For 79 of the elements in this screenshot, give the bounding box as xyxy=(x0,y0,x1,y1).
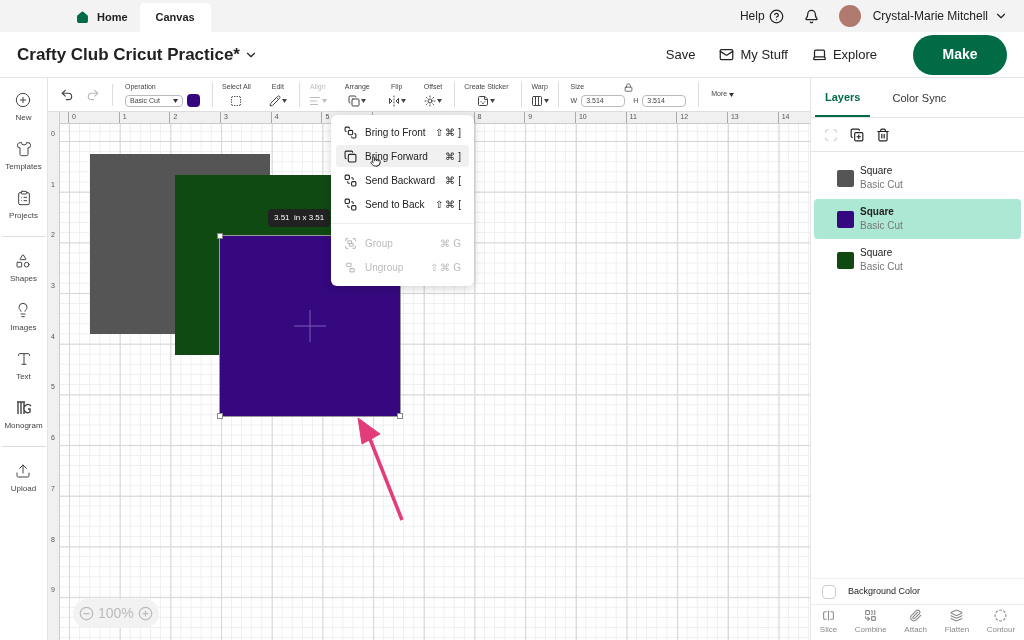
crosshair-icon xyxy=(294,310,326,342)
lock-icon[interactable] xyxy=(624,83,634,92)
panel-tab[interactable]: Color Sync xyxy=(882,79,957,117)
group-icon xyxy=(344,236,357,250)
sidebar-item[interactable]: Projects xyxy=(9,190,38,222)
menu-item[interactable]: Send Backward ⌘ [ xyxy=(336,169,469,191)
layer-item[interactable]: Square Basic Cut xyxy=(814,158,1021,198)
sticker-icon xyxy=(477,95,490,108)
upload-icon xyxy=(15,463,32,479)
caret-icon xyxy=(729,92,735,97)
align-icon xyxy=(308,95,321,108)
layer-name: Square xyxy=(860,205,894,219)
bell-icon[interactable] xyxy=(803,8,819,24)
laptop-icon xyxy=(811,47,827,62)
caret-icon xyxy=(173,98,178,103)
top-tab[interactable]: Home xyxy=(64,3,140,32)
make-button[interactable]: Make xyxy=(913,34,1007,75)
text-icon xyxy=(15,351,32,367)
layer-name: Square xyxy=(860,246,893,260)
bring-forward-icon xyxy=(344,149,357,163)
sidebar-item[interactable]: New xyxy=(15,92,32,124)
size-tooltip: 3.51 in x 3.51 xyxy=(268,209,331,227)
my-stuff-button[interactable]: My Stuff xyxy=(719,44,788,65)
sidebar-item[interactable]: Shapes xyxy=(9,253,38,285)
layer-operation: Basic Cut xyxy=(860,178,903,192)
checkbox[interactable] xyxy=(822,584,836,599)
panel-tab[interactable]: Layers xyxy=(815,79,871,117)
send-back-icon xyxy=(344,197,357,211)
layer-name: Square xyxy=(860,164,893,178)
layer-operation: Basic Cut xyxy=(860,260,903,274)
plus-circle-icon xyxy=(15,92,32,108)
sidebar-item[interactable]: Templates xyxy=(5,141,42,173)
flatten-icon xyxy=(950,609,964,622)
attach-icon xyxy=(909,609,923,622)
avatar xyxy=(838,5,861,27)
pencil-icon xyxy=(268,95,281,108)
shapes-icon xyxy=(15,253,32,269)
combine-icon xyxy=(864,609,878,622)
sidebar-item[interactable]: Upload xyxy=(10,463,37,495)
warp-icon xyxy=(530,95,543,108)
shirt-icon xyxy=(15,141,32,157)
delete-icon[interactable] xyxy=(876,127,890,142)
redo-icon[interactable] xyxy=(86,87,100,102)
layer-item[interactable]: Square Basic Cut xyxy=(814,240,1021,280)
layer-item[interactable]: Square Basic Cut xyxy=(814,199,1021,239)
color-swatch[interactable] xyxy=(187,94,200,108)
help-icon xyxy=(768,8,784,24)
menu-item[interactable]: Bring to Front ⇧ ⌘ ] xyxy=(336,121,469,143)
selection-handle[interactable] xyxy=(217,413,223,419)
undo-icon[interactable] xyxy=(60,87,74,102)
slice-icon xyxy=(821,609,835,622)
help-button[interactable]: Help xyxy=(739,7,784,25)
menu-item[interactable]: Send to Back ⇧ ⌘ [ xyxy=(336,193,469,215)
selection-handle[interactable] xyxy=(397,413,403,419)
flip-icon xyxy=(387,95,400,108)
mail-icon xyxy=(719,47,735,62)
home-icon xyxy=(76,11,89,24)
top-tab[interactable]: Canvas xyxy=(139,3,211,32)
sidebar-item[interactable]: Text xyxy=(15,351,32,383)
bring-front-icon xyxy=(344,125,357,139)
clipboard-icon xyxy=(15,190,32,206)
user-menu[interactable]: Crystal-Marie Mitchell xyxy=(872,7,1008,25)
send-backward-icon xyxy=(344,173,357,187)
duplicate-icon[interactable] xyxy=(850,127,864,142)
sidebar-item[interactable]: Monogram xyxy=(4,400,43,432)
ungroup-icon xyxy=(344,260,357,274)
select-all-icon xyxy=(230,95,243,108)
save-button[interactable]: Save xyxy=(665,44,696,65)
selection-handle[interactable] xyxy=(217,233,223,239)
arrange-icon xyxy=(348,95,361,108)
explore-button[interactable]: Explore xyxy=(811,44,877,65)
monogram-icon xyxy=(15,400,32,416)
background-color-label: Background Color xyxy=(848,584,921,598)
menu-item[interactable]: Bring Forward ⌘ ] xyxy=(336,145,469,167)
sidebar-item[interactable]: Images xyxy=(10,302,37,334)
contour-icon xyxy=(994,609,1008,622)
project-title[interactable]: Crafty Club Cricut Practice* xyxy=(17,41,258,68)
offset-icon xyxy=(423,95,436,108)
layer-operation: Basic Cut xyxy=(860,219,903,233)
